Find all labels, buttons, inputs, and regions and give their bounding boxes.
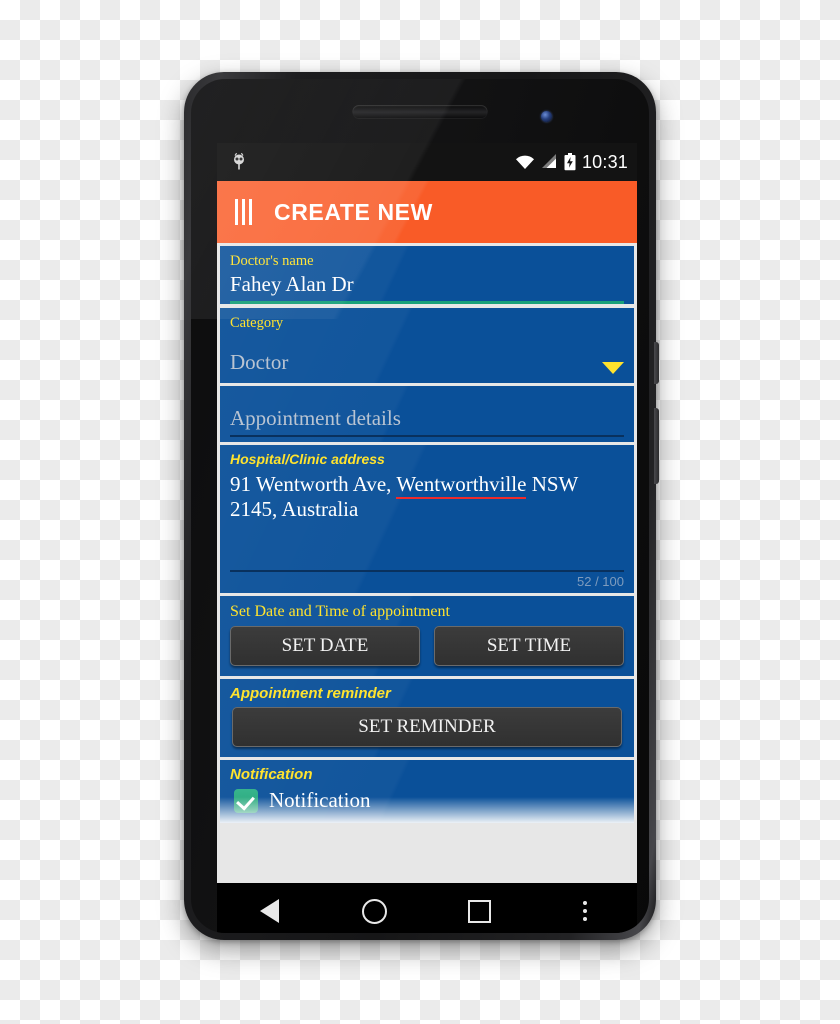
recents-square-icon (468, 899, 491, 923)
set-date-button[interactable]: SET DATE (230, 625, 420, 666)
address-line2: 2145, Australia (230, 496, 359, 521)
appointment-details-field-card[interactable]: Appointment details (220, 385, 634, 442)
notification-section-card: Notification Notification (220, 760, 634, 824)
back-button[interactable] (238, 888, 302, 933)
wifi-full-icon (515, 155, 534, 169)
set-time-button[interactable]: SET TIME (434, 625, 624, 666)
notification-label: Notification (230, 766, 313, 784)
date-time-label: Set Date and Time of appointment (230, 602, 450, 620)
phone-screen: 10:31 CREATE NEW Doctor's name Fahey Ala… (217, 143, 637, 883)
menu-bar-1 (235, 199, 238, 225)
phone-bezel: 10:31 CREATE NEW Doctor's name Fahey Ala… (191, 79, 649, 933)
category-spinner[interactable]: Doctor (220, 332, 634, 379)
address-field-card[interactable]: Hospital/Clinic address 91 Wentworth Ave… (220, 444, 634, 593)
address-text-before: 91 Wentworth Ave, (230, 472, 397, 497)
home-button[interactable] (343, 888, 407, 933)
overflow-dot-3 (582, 917, 587, 921)
status-icons-group: 10:31 (515, 143, 628, 181)
overflow-dot-2 (582, 909, 587, 913)
status-bar-clock: 10:31 (581, 151, 628, 172)
form-container: Doctor's name Fahey Alan Dr Category Doc… (217, 243, 637, 883)
battery-charging-icon (564, 153, 576, 171)
android-mascot-icon (234, 152, 244, 170)
address-input[interactable]: 91 Wentworth Ave, Wentworthville NSW 214… (220, 468, 634, 526)
address-char-counter: 52 / 100 (577, 573, 624, 589)
reminder-label: Appointment reminder (230, 684, 391, 702)
date-time-button-row: SET DATE SET TIME (220, 622, 634, 676)
date-time-section-card: Set Date and Time of appointment SET DAT… (220, 595, 634, 676)
volume-rocker-button[interactable] (654, 408, 659, 484)
doctor-name-input[interactable]: Fahey Alan Dr (220, 270, 634, 301)
address-text-after: NSW (526, 472, 579, 497)
overflow-button[interactable] (553, 888, 617, 933)
category-label: Category (230, 314, 284, 331)
set-reminder-button[interactable]: SET REMINDER (232, 707, 622, 748)
doctor-name-field-card[interactable]: Doctor's name Fahey Alan Dr (220, 246, 634, 304)
home-circle-icon (362, 898, 387, 924)
category-field-card[interactable]: Category Doctor (220, 307, 634, 383)
cellular-signal-icon (541, 154, 556, 168)
menu-bar-2 (242, 199, 245, 225)
back-triangle-icon (260, 899, 279, 923)
address-misspelled-word: Wentworthville (396, 472, 527, 500)
caret-down-icon[interactable] (602, 361, 624, 374)
address-label: Hospital/Clinic address (230, 450, 385, 467)
doctor-name-focus-underline (230, 300, 624, 304)
doctor-name-label: Doctor's name (230, 253, 314, 269)
reminder-button-row: SET REMINDER (220, 703, 634, 757)
three-vertical-bars-menu-icon[interactable] (235, 199, 252, 225)
power-button[interactable] (654, 342, 659, 384)
phone-device: 10:31 CREATE NEW Doctor's name Fahey Ala… (184, 72, 659, 940)
scroll-fade-overlay (220, 797, 634, 824)
android-navigation-bar (217, 883, 637, 933)
status-bar: 10:31 (217, 143, 637, 181)
page-title: CREATE NEW (274, 198, 433, 225)
front-camera-icon (541, 111, 552, 122)
overflow-dot-1 (582, 901, 587, 905)
recents-button[interactable] (448, 888, 512, 933)
menu-bar-3 (249, 199, 252, 225)
overflow-dots-icon (582, 901, 587, 921)
reminder-section-card: Appointment reminder SET REMINDER (220, 678, 634, 758)
earpiece-speaker-icon (352, 105, 488, 118)
app-toolbar: CREATE NEW (217, 181, 637, 243)
appointment-details-input[interactable]: Appointment details (220, 386, 634, 435)
